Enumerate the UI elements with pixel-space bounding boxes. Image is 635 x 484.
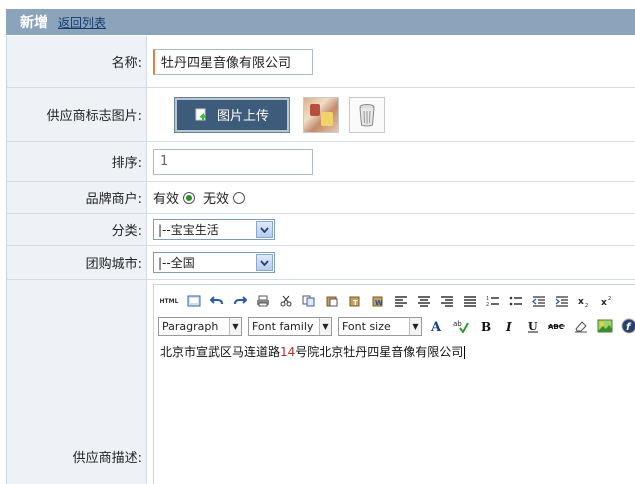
align-left-icon[interactable] xyxy=(392,292,410,310)
chevron-down-icon: ▼ xyxy=(319,317,331,335)
svg-text:ABC: ABC xyxy=(548,323,564,331)
name-row: 名称: 牡丹四星音像有限公司 xyxy=(7,36,635,88)
logo-row: 供应商标志图片: 图片上传 xyxy=(7,88,635,142)
city-selected: |--全国 xyxy=(158,256,195,270)
order-row: 排序: 1 xyxy=(7,142,635,182)
city-label: 团购城市: xyxy=(7,246,147,279)
bold-icon[interactable]: B xyxy=(476,317,494,335)
supplier-form: 名称: 牡丹四星音像有限公司 供应商标志图片: 图片上传 排序: 1 品牌商户:… xyxy=(6,36,635,484)
copy-icon[interactable] xyxy=(300,292,318,310)
print-icon[interactable] xyxy=(254,292,272,310)
align-justify-icon[interactable] xyxy=(461,292,479,310)
delete-image-button[interactable] xyxy=(349,96,385,133)
text-color-icon[interactable]: A xyxy=(428,317,446,335)
svg-text:2: 2 xyxy=(608,296,611,302)
category-selected: |--宝宝生活 xyxy=(158,223,219,237)
upload-icon xyxy=(195,108,207,121)
logo-label: 供应商标志图片: xyxy=(7,88,147,141)
category-select[interactable]: |--宝宝生活 xyxy=(153,219,275,240)
paste-word-icon[interactable]: W xyxy=(369,292,387,310)
category-label: 分类: xyxy=(7,214,147,245)
description-text: 北京市宣武区马连道路 xyxy=(160,345,281,359)
svg-text:x: x xyxy=(578,297,584,307)
font-family-select[interactable]: Font family ▼ xyxy=(248,316,332,336)
chevron-down-icon xyxy=(256,254,273,271)
font-family-select-text: Font family xyxy=(252,319,314,333)
paste-text-icon[interactable]: T xyxy=(346,292,364,310)
font-size-select-text: Font size xyxy=(342,319,391,333)
page-title: 新增 xyxy=(20,15,48,31)
description-number: 14 xyxy=(280,345,296,359)
editor-toolbar-row-2: Paragraph ▼ Font family ▼ Font size ▼ A … xyxy=(158,315,635,337)
chevron-down-icon: ▼ xyxy=(229,317,241,335)
strikethrough-icon[interactable]: ABC xyxy=(548,317,566,335)
indent-icon[interactable] xyxy=(553,292,571,310)
svg-text:2: 2 xyxy=(585,303,588,307)
description-label: 供应商描述: xyxy=(7,280,147,484)
brand-invalid-radio[interactable] xyxy=(233,191,246,204)
svg-text:x: x xyxy=(601,298,607,307)
trash-icon xyxy=(359,103,375,126)
name-label: 名称: xyxy=(7,36,147,87)
align-center-icon[interactable] xyxy=(415,292,433,310)
redo-icon[interactable] xyxy=(231,292,249,310)
chevron-down-icon: ▼ xyxy=(409,317,421,335)
subscript-icon[interactable]: x2 xyxy=(576,292,594,310)
align-right-icon[interactable] xyxy=(438,292,456,310)
ordered-list-icon[interactable]: 12 xyxy=(484,292,502,310)
city-select[interactable]: |--全国 xyxy=(153,252,275,273)
eraser-icon[interactable] xyxy=(572,317,590,335)
brand-row: 品牌商户: 有效 无效 xyxy=(7,182,635,214)
city-row: 团购城市: |--全国 xyxy=(7,246,635,280)
image-upload-button[interactable]: 图片上传 xyxy=(174,96,290,133)
description-row: 供应商描述: HTML T W 12 x2 x 2 Paragraph ▼ Fo… xyxy=(7,280,635,484)
description-text-end: 号院北京牡丹四星音像有限公司 xyxy=(295,345,464,359)
order-input[interactable]: 1 xyxy=(153,148,313,175)
back-to-list-link[interactable]: 返回列表 xyxy=(58,14,106,31)
cut-icon[interactable] xyxy=(277,292,295,310)
outdent-icon[interactable] xyxy=(530,292,548,310)
svg-text:2: 2 xyxy=(486,302,489,307)
editor-content-area[interactable]: 北京市宣武区马连道路14号院北京牡丹四星音像有限公司 xyxy=(160,343,629,484)
preview-icon[interactable] xyxy=(185,292,203,310)
format-select-text: Paragraph xyxy=(162,319,219,333)
order-label: 排序: xyxy=(7,142,147,181)
superscript-icon[interactable]: x2 xyxy=(599,292,617,310)
brand-valid-label: 有效 xyxy=(153,192,180,207)
name-input[interactable]: 牡丹四星音像有限公司 xyxy=(153,48,313,75)
brand-invalid-label: 无效 xyxy=(203,192,230,207)
spellcheck-icon[interactable]: ab xyxy=(452,317,470,335)
svg-text:ab: ab xyxy=(453,320,462,328)
flash-icon[interactable]: f xyxy=(620,317,635,335)
category-row: 分类: |--宝宝生活 xyxy=(7,214,635,246)
svg-text:T: T xyxy=(353,299,358,307)
svg-text:B: B xyxy=(481,320,491,333)
underline-icon[interactable]: U xyxy=(524,317,542,335)
text-caret xyxy=(464,346,466,359)
svg-text:U: U xyxy=(528,320,538,333)
svg-text:A: A xyxy=(430,320,442,333)
brand-valid-radio[interactable] xyxy=(183,191,196,204)
svg-text:W: W xyxy=(375,299,383,307)
chevron-down-icon xyxy=(256,221,273,238)
brand-label: 品牌商户: xyxy=(7,182,147,213)
paste-icon[interactable] xyxy=(323,292,341,310)
page-header: 新增 返回列表 xyxy=(6,9,635,35)
upload-button-label: 图片上传 xyxy=(216,109,269,124)
html-source-button[interactable]: HTML xyxy=(158,292,180,310)
editor-toolbar-row-1: HTML T W 12 x2 x2 xyxy=(158,291,617,311)
svg-text:I: I xyxy=(505,320,512,333)
logo-thumbnail[interactable] xyxy=(303,96,339,133)
italic-icon[interactable]: I xyxy=(500,317,518,335)
format-select[interactable]: Paragraph ▼ xyxy=(158,316,242,336)
font-size-select[interactable]: Font size ▼ xyxy=(338,316,422,336)
unordered-list-icon[interactable] xyxy=(507,292,525,310)
rich-text-editor: HTML T W 12 x2 x2 Paragraph ▼ Font famil… xyxy=(153,284,635,484)
undo-icon[interactable] xyxy=(208,292,226,310)
insert-image-icon[interactable] xyxy=(596,317,614,335)
